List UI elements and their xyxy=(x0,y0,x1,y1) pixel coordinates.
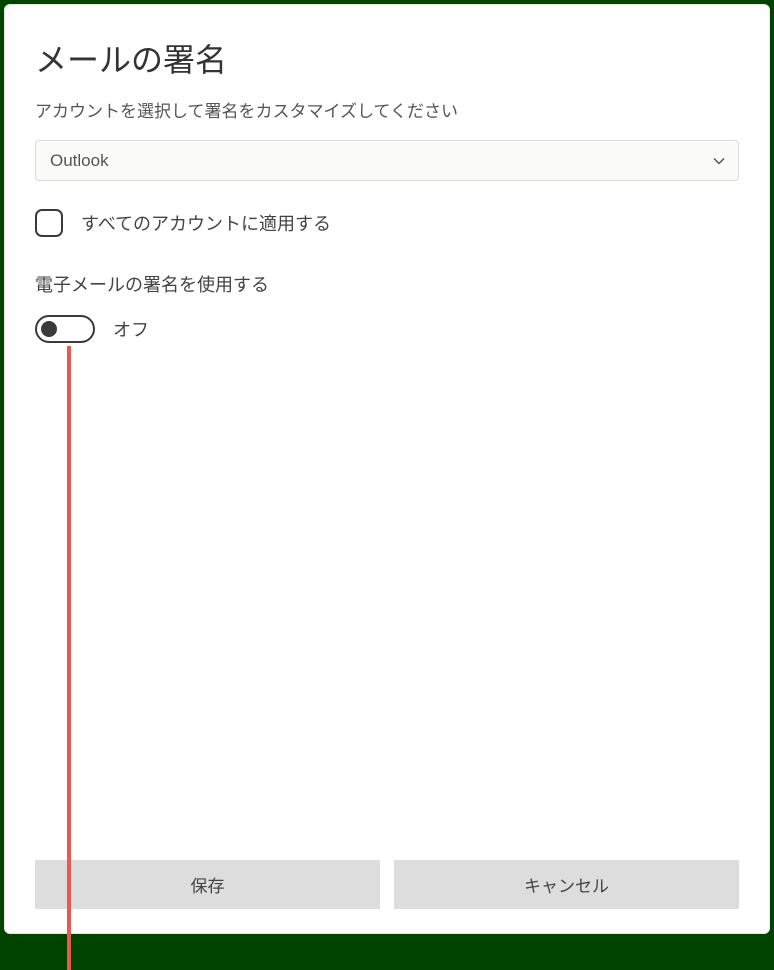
dialog-subtitle: アカウントを選択して署名をカスタマイズしてください xyxy=(35,97,739,122)
apply-all-row: すべてのアカウントに適用する xyxy=(35,209,739,237)
dialog-title: メールの署名 xyxy=(35,35,739,81)
dialog-button-row: 保存 キャンセル xyxy=(35,860,739,909)
cancel-button[interactable]: キャンセル xyxy=(394,860,739,909)
spacer xyxy=(35,343,739,860)
annotation-pointer-line xyxy=(67,346,71,970)
toggle-state-label: オフ xyxy=(113,316,149,342)
email-signature-dialog: メールの署名 アカウントを選択して署名をカスタマイズしてください Outlook… xyxy=(4,4,770,934)
use-signature-label: 電子メールの署名を使用する xyxy=(35,271,739,297)
account-select-wrapper: Outlook xyxy=(35,140,739,181)
apply-all-checkbox[interactable] xyxy=(35,209,63,237)
signature-toggle[interactable] xyxy=(35,315,95,343)
account-select[interactable]: Outlook xyxy=(35,140,739,181)
save-button[interactable]: 保存 xyxy=(35,860,380,909)
apply-all-label: すべてのアカウントに適用する xyxy=(81,210,331,236)
signature-toggle-row: オフ xyxy=(35,315,739,343)
toggle-knob-icon xyxy=(41,321,57,337)
